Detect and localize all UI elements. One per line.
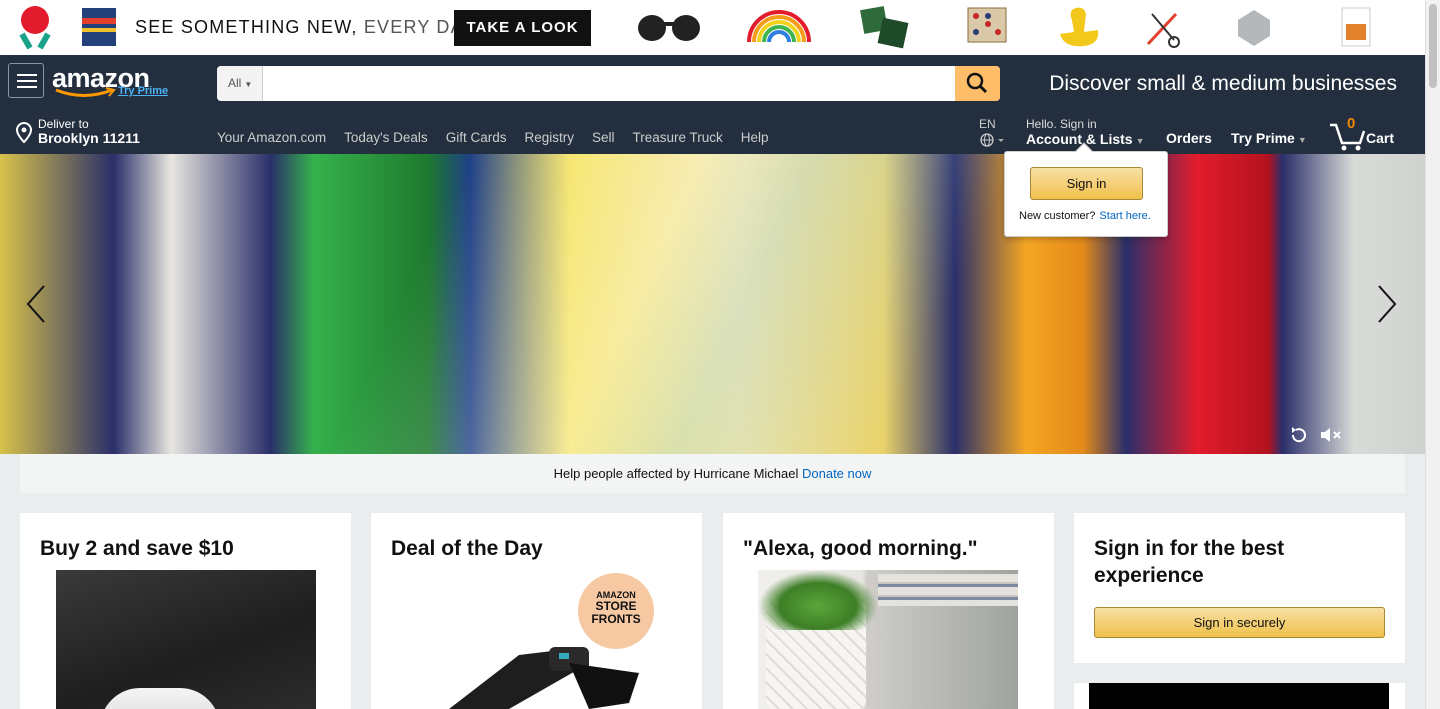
take-a-look-button[interactable]: TAKE A LOOK	[454, 10, 591, 46]
card-ad[interactable]	[1074, 683, 1405, 709]
pillows-icon	[860, 6, 909, 49]
nav-link-todays-deals[interactable]: Today's Deals	[344, 130, 428, 145]
cart-count: 0	[1347, 115, 1356, 132]
ad-video[interactable]	[1089, 683, 1389, 709]
book-icon	[1341, 7, 1371, 47]
nav-link-registry[interactable]: Registry	[524, 130, 574, 145]
nav-link-your-amazon[interactable]: Your Amazon.com	[217, 130, 326, 145]
new-customer-text: New customer? Start here.	[1019, 210, 1151, 222]
search-button[interactable]	[955, 66, 1000, 101]
under-desk-elliptical-image[interactable]	[449, 643, 649, 709]
smile-icon	[55, 87, 116, 97]
menu-button[interactable]	[8, 63, 44, 98]
promo-banner[interactable]: SEE SOMETHING NEW, EVERY DAY. TAKE A LOO…	[0, 0, 1425, 55]
duck-icon	[1060, 7, 1099, 47]
nav-link-help[interactable]: Help	[741, 130, 769, 145]
sign-in-flyout: Sign in New customer? Start here.	[1004, 142, 1168, 237]
echo-dot-image[interactable]	[56, 570, 316, 709]
card-title: Buy 2 and save $10	[40, 537, 234, 560]
card-deal-of-the-day[interactable]: Deal of the Day AMAZON STORE FRONTS	[371, 513, 702, 709]
hurricane-notice: Help people affected by Hurricane Michae…	[20, 454, 1405, 493]
echo-dot-icon	[1238, 10, 1270, 46]
search-bar: All ▼	[217, 66, 1000, 101]
card-title: Deal of the Day	[391, 537, 543, 560]
try-prime-link[interactable]: Try Prime	[118, 85, 168, 97]
search-category-select[interactable]: All ▼	[217, 66, 263, 101]
header-top: amazon Try Prime All ▼ Discover small & m…	[0, 55, 1425, 113]
sign-in-button[interactable]: Sign in	[1030, 167, 1143, 200]
account-and-lists[interactable]: Hello. Sign in Account & Lists ▼	[1026, 117, 1145, 147]
donate-now-link[interactable]: Donate now	[802, 466, 871, 481]
globe-icon	[980, 133, 1004, 147]
start-here-link[interactable]: Start here.	[1099, 210, 1150, 222]
location-icon	[15, 122, 33, 144]
chevron-left-icon[interactable]	[24, 284, 48, 324]
orders-link[interactable]: Orders	[1166, 130, 1212, 146]
promo-tagline: SEE SOMETHING NEW, EVERY DAY.	[135, 17, 480, 37]
hero-carousel[interactable]	[0, 154, 1425, 454]
chevron-right-icon[interactable]	[1375, 284, 1399, 324]
blanket-icon	[82, 8, 116, 46]
amazon-logo[interactable]: amazon Try Prime	[52, 63, 168, 97]
scissors-icon	[1146, 12, 1180, 48]
search-icon	[966, 72, 988, 94]
rainbow-icon	[747, 10, 811, 43]
scrollbar[interactable]	[1425, 0, 1440, 709]
nav-link-gift-cards[interactable]: Gift Cards	[446, 130, 507, 145]
nav-links: Your Amazon.com Today's Deals Gift Cards…	[217, 130, 769, 145]
card-buy-2-save[interactable]: Buy 2 and save $10	[20, 513, 351, 709]
card-alexa-good-morning[interactable]: "Alexa, good morning."	[723, 513, 1054, 709]
card-sign-in: Sign in for the best experience Sign in …	[1074, 513, 1405, 663]
amazon-storefronts-badge[interactable]: AMAZON STORE FRONTS	[578, 573, 654, 649]
scrollbar-thumb[interactable]	[1429, 4, 1437, 88]
sunglasses-icon	[638, 15, 700, 41]
sign-in-securely-button[interactable]: Sign in securely	[1094, 607, 1385, 638]
connect-four-icon	[967, 7, 1007, 43]
toy-icon	[19, 6, 51, 50]
card-title: "Alexa, good morning."	[743, 537, 978, 560]
search-input[interactable]	[263, 66, 955, 101]
mute-icon[interactable]	[1318, 424, 1344, 446]
language-selector[interactable]: EN	[979, 117, 1009, 150]
header-bottom: Deliver to Brooklyn 11211 Your Amazon.co…	[0, 113, 1425, 154]
chevron-down-icon: ▼	[1297, 135, 1307, 145]
discover-banner[interactable]: Discover small & medium businesses	[1049, 72, 1397, 96]
nav-link-treasure-truck[interactable]: Treasure Truck	[632, 130, 722, 145]
alexa-scene-image[interactable]	[758, 570, 1018, 709]
replay-icon[interactable]	[1288, 424, 1310, 446]
nav-link-sell[interactable]: Sell	[592, 130, 615, 145]
card-title: Sign in for the best experience	[1094, 537, 1285, 587]
try-prime-menu[interactable]: Try Prime ▼	[1231, 130, 1307, 146]
chevron-down-icon: ▼	[1135, 136, 1145, 146]
